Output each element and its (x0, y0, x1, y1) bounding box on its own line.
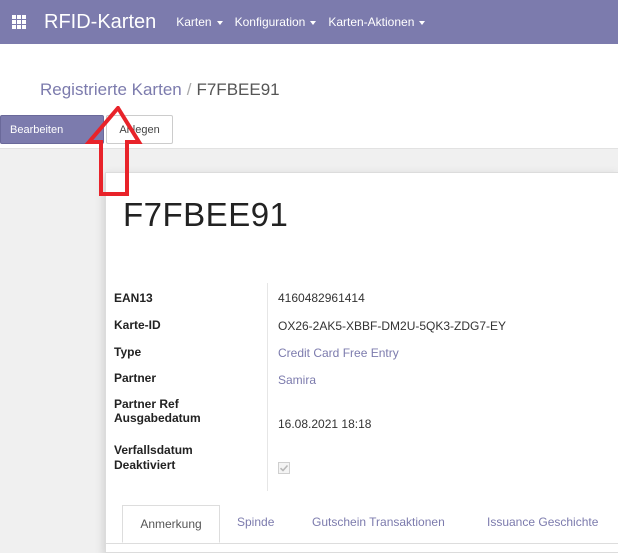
breadcrumb-parent-link[interactable]: Registrierte Karten (40, 80, 182, 99)
breadcrumb-current: F7FBEE91 (196, 80, 280, 99)
app-title: RFID-Karten (44, 10, 157, 33)
menu-karten-aktionen-label: Karten-Aktionen (328, 15, 415, 29)
check-icon (279, 464, 289, 472)
karte-id-value: OX26-2AK5-XBBF-DM2U-5QK3-ZDG7-EY (278, 319, 507, 333)
partner-value-link[interactable]: Samira (278, 373, 316, 387)
menu-karten[interactable]: Karten (176, 15, 223, 29)
breadcrumb-separator: / (186, 80, 192, 99)
chevron-down-icon (216, 21, 223, 25)
partner-label: Partner (114, 371, 157, 385)
field-divider (267, 283, 268, 491)
ean13-value: 4160482961414 (278, 291, 365, 305)
ausgabedatum-label: Ausgabedatum (114, 411, 201, 425)
record-title: F7FBEE91 (123, 196, 289, 233)
breadcrumb: Registrierte Karten / F7FBEE91 (40, 80, 280, 100)
tab-issuance-geschichte[interactable]: Issuance Geschichte (487, 515, 598, 529)
type-value-link[interactable]: Credit Card Free Entry (278, 346, 399, 360)
main-menu: Karten Konfiguration Karten-Aktionen (176, 15, 437, 29)
tab-spinde[interactable]: Spinde (237, 515, 274, 529)
menu-konfiguration[interactable]: Konfiguration (235, 15, 317, 29)
verfallsdatum-label: Verfallsdatum (114, 443, 193, 457)
chevron-down-icon (419, 21, 426, 25)
tab-anmerkung[interactable]: Anmerkung (122, 505, 220, 543)
top-navbar: RFID-Karten Karten Konfiguration Karten-… (0, 0, 618, 44)
type-label: Type (114, 345, 142, 359)
menu-karten-label: Karten (176, 15, 212, 29)
ausgabedatum-value: 16.08.2021 18:18 (278, 417, 372, 431)
menu-karten-aktionen[interactable]: Karten-Aktionen (328, 15, 426, 29)
ean13-label: EAN13 (114, 291, 153, 305)
partner-ref-label: Partner Ref (114, 397, 179, 411)
annotation-arrow-up-icon (84, 106, 143, 196)
menu-konfiguration-label: Konfiguration (234, 15, 306, 29)
deaktiviert-label: Deaktiviert (114, 458, 176, 472)
form-sheet: F7FBEE91 EAN13 4160482961414 Karte-ID OX… (105, 172, 618, 553)
deaktiviert-checkbox[interactable] (278, 462, 290, 474)
chevron-down-icon (310, 21, 317, 25)
karte-id-label: Karte-ID (114, 318, 161, 332)
tab-gutschein-transaktionen[interactable]: Gutschein Transaktionen (312, 515, 445, 529)
apps-menu-icon[interactable] (12, 15, 26, 29)
notebook-tabs: Anmerkung Spinde Gutschein Transaktionen… (106, 503, 618, 544)
